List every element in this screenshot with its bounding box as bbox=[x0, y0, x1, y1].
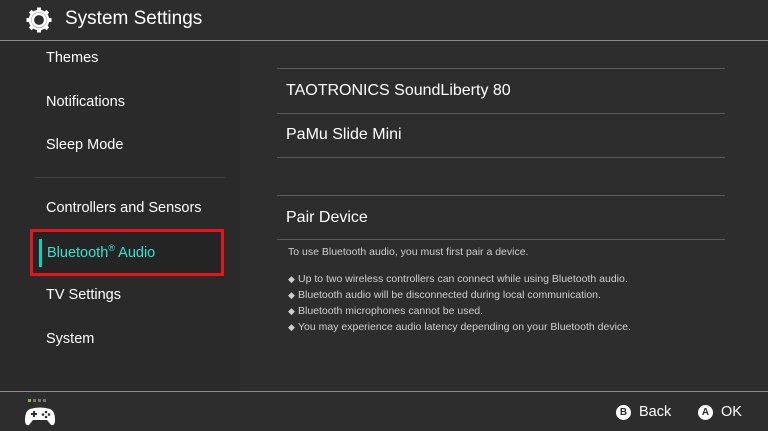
b-button-icon: B bbox=[616, 404, 631, 420]
selection-accent-bar bbox=[39, 239, 42, 267]
sidebar-item-themes[interactable]: Themes bbox=[46, 50, 98, 66]
list-divider bbox=[277, 157, 725, 158]
sidebar-divider bbox=[35, 177, 225, 178]
controller-icon bbox=[25, 399, 55, 426]
list-item: ◆ Bluetooth audio will be disconnected du… bbox=[288, 289, 601, 301]
list-item: ◆ Up to two wireless controllers can conn… bbox=[288, 273, 628, 285]
sidebar-item-label: Bluetooth® Audio bbox=[47, 243, 156, 261]
device-list-item[interactable]: TAOTRONICS SoundLiberty 80 bbox=[286, 82, 511, 100]
bullet-icon: ◆ bbox=[288, 274, 295, 284]
info-bullet-list: ◆ Up to two wireless controllers can conn… bbox=[288, 271, 631, 335]
header: System Settings bbox=[0, 0, 768, 40]
list-divider bbox=[277, 68, 725, 69]
sidebar-item-notifications[interactable]: Notifications bbox=[46, 94, 125, 110]
bullet-icon: ◆ bbox=[288, 290, 295, 300]
pair-device-button[interactable]: Pair Device bbox=[286, 209, 368, 227]
gear-icon bbox=[26, 7, 52, 33]
list-divider bbox=[277, 113, 725, 114]
list-divider bbox=[277, 195, 725, 196]
ok-button[interactable]: A OK bbox=[698, 404, 742, 420]
bullet-icon: ◆ bbox=[288, 322, 295, 332]
list-item: ◆ Bluetooth microphones cannot be used. bbox=[288, 305, 484, 317]
list-item: ◆ You may experience audio latency depend… bbox=[288, 321, 631, 333]
back-button[interactable]: B Back bbox=[616, 404, 671, 420]
ok-label: OK bbox=[721, 404, 742, 420]
sidebar-item-controllers-and-sensors[interactable]: Controllers and Sensors bbox=[46, 200, 202, 216]
system-settings-screen: System Settings Themes Notifications Sle… bbox=[0, 0, 768, 431]
footer: B Back A OK bbox=[0, 392, 768, 431]
sidebar-item-tv-settings[interactable]: TV Settings bbox=[46, 287, 121, 303]
device-list-item[interactable]: PaMu Slide Mini bbox=[286, 126, 402, 144]
sidebar-item-system[interactable]: System bbox=[46, 331, 94, 347]
page-title: System Settings bbox=[65, 8, 203, 29]
a-button-icon: A bbox=[698, 404, 713, 420]
sidebar-item-sleep-mode[interactable]: Sleep Mode bbox=[46, 137, 123, 153]
bullet-icon: ◆ bbox=[288, 306, 295, 316]
list-divider bbox=[277, 239, 725, 240]
back-label: Back bbox=[639, 404, 672, 420]
sidebar-item-bluetooth-audio[interactable]: Bluetooth® Audio bbox=[30, 229, 224, 276]
info-text: To use Bluetooth audio, you must first p… bbox=[288, 246, 529, 258]
